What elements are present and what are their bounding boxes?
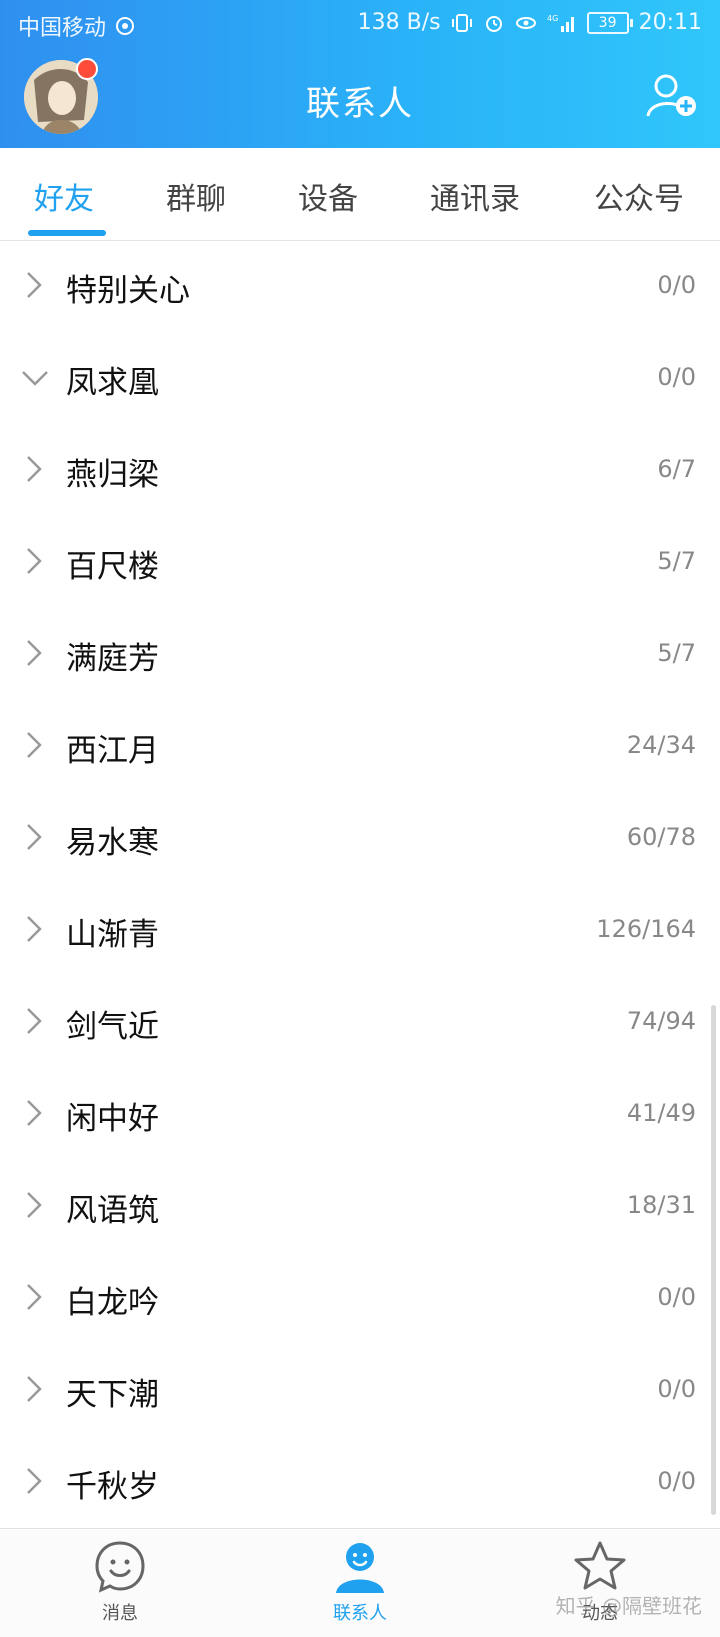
group-name: 山渐青 <box>66 917 159 953</box>
hd-call-icon <box>116 17 135 35</box>
tab-official-accounts[interactable]: 公众号 <box>594 174 684 218</box>
group-online-count: 126/164 <box>596 915 696 943</box>
tab-group-chats[interactable]: 群聊 <box>166 174 226 218</box>
add-contact-icon[interactable] <box>646 72 698 118</box>
group-online-count: 24/34 <box>626 731 696 759</box>
alarm-icon <box>485 15 502 32</box>
network-type-label: 4G <box>547 14 558 23</box>
active-tab-indicator <box>28 230 106 236</box>
chevron-right-icon <box>27 456 42 482</box>
page-title: 联系人 <box>306 84 414 124</box>
chevron-right-icon <box>27 548 42 574</box>
friend-group-row[interactable]: 西江月 24/34 <box>0 701 720 793</box>
battery-icon: 39 <box>586 11 633 34</box>
friend-group-row[interactable]: 天下潮 0/0 <box>0 1345 720 1437</box>
star-icon <box>574 1541 626 1590</box>
friend-group-row[interactable]: 燕归梁 6/7 <box>0 425 720 517</box>
group-online-count: 0/0 <box>657 1375 696 1403</box>
chevron-right-icon <box>27 1192 42 1218</box>
chevron-right-icon <box>27 1376 42 1402</box>
signal-icon: 4G <box>547 14 574 32</box>
group-name: 特别关心 <box>66 273 190 309</box>
vibrate-icon <box>451 13 472 32</box>
carrier-label: 中国移动 <box>18 16 107 41</box>
group-online-count: 6/7 <box>657 455 696 483</box>
friend-group-row[interactable]: 风语筑 18/31 <box>0 1161 720 1253</box>
friend-group-row[interactable]: 百尺楼 5/7 <box>0 517 720 609</box>
app-header: 中国移动 138 B/s 4G 39 20:11 联系人 <box>0 0 720 148</box>
friend-group-row[interactable]: 满庭芳 5/7 <box>0 609 720 701</box>
status-bar: 中国移动 138 B/s 4G 39 20:11 <box>0 0 720 48</box>
nav-contacts[interactable]: 联系人 <box>290 1539 430 1625</box>
chevron-right-icon <box>27 272 42 298</box>
group-online-count: 0/0 <box>657 363 696 391</box>
bottom-navigation: 消息 联系人 动态 <box>0 1528 720 1637</box>
friend-group-row[interactable]: 凤求凰 0/0 <box>0 333 720 425</box>
group-name: 剑气近 <box>66 1009 159 1045</box>
eye-comfort-icon <box>515 16 536 29</box>
watermark: 知乎 @隔壁班花 <box>555 1594 702 1618</box>
smile-face-icon <box>95 1541 145 1593</box>
scrollbar[interactable] <box>711 1005 716 1515</box>
group-online-count: 60/78 <box>626 823 696 851</box>
group-name: 风语筑 <box>66 1193 159 1229</box>
group-name: 天下潮 <box>66 1377 159 1413</box>
tab-address-book[interactable]: 通讯录 <box>430 174 520 218</box>
chevron-right-icon <box>27 1008 42 1034</box>
nav-messages-label: 消息 <box>102 1603 138 1624</box>
group-name: 白龙吟 <box>66 1285 159 1321</box>
chevron-right-icon <box>27 640 42 666</box>
group-name: 千秋岁 <box>66 1469 159 1505</box>
friend-group-list: 特别关心 0/0 凤求凰 0/0 燕归梁 6/7 百尺楼 5/7 满庭芳 5/7 西江月 24/34 易… <box>0 241 720 1529</box>
net-speed-label: 138 B/s <box>357 10 441 35</box>
group-name: 凤求凰 <box>66 365 159 401</box>
friend-group-row[interactable]: 闲中好 41/49 <box>0 1069 720 1161</box>
friend-group-row[interactable]: 剑气近 74/94 <box>0 977 720 1069</box>
group-name: 百尺楼 <box>66 549 159 585</box>
friend-group-row[interactable]: 白龙吟 0/0 <box>0 1253 720 1345</box>
contact-tabs: 好友 群聊 设备 通讯录 公众号 <box>0 148 720 241</box>
chevron-right-icon <box>27 916 42 942</box>
group-online-count: 0/0 <box>657 1283 696 1311</box>
chevron-right-icon <box>27 1284 42 1310</box>
group-online-count: 41/49 <box>626 1099 696 1127</box>
contact-person-icon <box>336 1543 384 1593</box>
group-online-count: 5/7 <box>657 639 696 667</box>
tab-friends[interactable]: 好友 <box>34 174 94 218</box>
chevron-right-icon <box>27 732 42 758</box>
group-online-count: 0/0 <box>657 271 696 299</box>
chevron-right-icon <box>27 824 42 850</box>
chevron-right-icon <box>27 1468 42 1494</box>
friend-group-row[interactable]: 千秋岁 0/0 <box>0 1437 720 1529</box>
group-online-count: 18/31 <box>626 1191 696 1219</box>
group-name: 燕归梁 <box>66 457 159 493</box>
tab-devices[interactable]: 设备 <box>298 174 358 218</box>
chevron-right-icon <box>27 1100 42 1126</box>
group-online-count: 74/94 <box>626 1007 696 1035</box>
friend-group-row[interactable]: 特别关心 0/0 <box>0 241 720 333</box>
group-online-count: 0/0 <box>657 1467 696 1495</box>
group-name: 满庭芳 <box>66 641 159 677</box>
group-name: 西江月 <box>66 733 159 769</box>
friend-group-row[interactable]: 山渐青 126/164 <box>0 885 720 977</box>
group-name: 易水寒 <box>66 825 159 861</box>
group-name: 闲中好 <box>66 1101 159 1137</box>
battery-level: 39 <box>598 14 617 31</box>
group-online-count: 5/7 <box>657 547 696 575</box>
chevron-down-icon <box>22 371 48 386</box>
clock-time: 20:11 <box>638 10 702 35</box>
friend-group-row[interactable]: 易水寒 60/78 <box>0 793 720 885</box>
nav-contacts-label: 联系人 <box>333 1603 387 1624</box>
nav-messages[interactable]: 消息 <box>50 1539 190 1625</box>
